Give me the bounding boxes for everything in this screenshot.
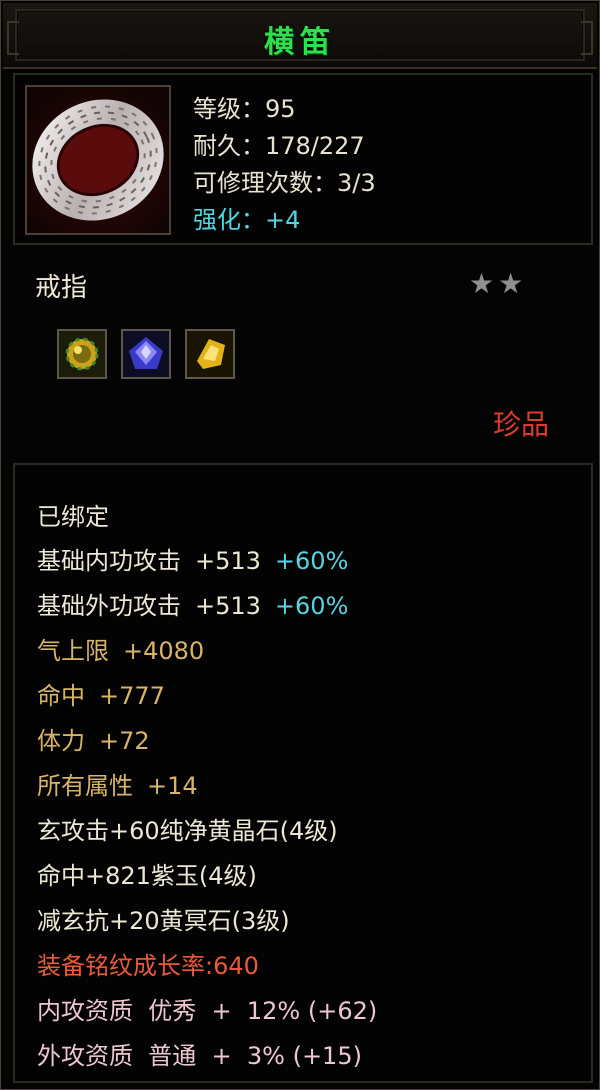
bound-status: 已绑定 xyxy=(37,503,109,531)
purple-gem-icon xyxy=(121,329,171,379)
item-repair-count: 可修理次数：3/3 xyxy=(193,169,376,197)
title-bar: 横笛 xyxy=(3,3,597,69)
item-enhance: 强化：+4 xyxy=(193,206,301,234)
gold-gem-icon xyxy=(57,329,107,379)
item-tooltip: 横笛 等级：95 耐久：178/227 可修理次数：3/3 强化：+4 戒指 ★… xyxy=(0,0,600,1090)
gem-line-2: 命中+821紫玉(4级) xyxy=(37,862,257,890)
attr-all-attributes: 所有属性 +14 xyxy=(37,772,198,800)
inner-attack-quality: 内攻资质 优秀 + 12% (+62) xyxy=(37,997,378,1025)
attr-hit: 命中 +777 xyxy=(37,682,165,710)
outer-attack-quality: 外攻资质 普通 + 3% (+15) xyxy=(37,1042,362,1070)
attr-inner-attack: 基础内功攻击 +513 +60% xyxy=(37,547,349,575)
inscription-growth: 装备铭纹成长率:640 xyxy=(37,952,259,980)
item-type: 戒指 xyxy=(35,273,88,303)
yellow-gem-icon xyxy=(185,329,235,379)
attr-qi-limit: 气上限 +4080 xyxy=(37,637,205,665)
item-header: 等级：95 耐久：178/227 可修理次数：3/3 强化：+4 xyxy=(13,73,593,245)
attr-stamina: 体力 +72 xyxy=(37,727,150,755)
gem-line-3: 减玄抗+20黄冥石(3级) xyxy=(37,907,290,935)
attribute-panel: 已绑定 基础内功攻击 +513 +60% 基础外功攻击 +513 +60% 气上限 +40… xyxy=(13,463,593,1083)
rarity-label: 珍品 xyxy=(493,408,550,441)
item-durability: 耐久：178/227 xyxy=(193,132,365,160)
silver-ring-icon xyxy=(25,85,171,235)
item-name: 横笛 xyxy=(264,25,336,60)
attr-outer-attack: 基础外功攻击 +513 +60% xyxy=(37,592,349,620)
gem-line-1: 玄攻击+60纯净黄晶石(4级) xyxy=(37,817,338,845)
star-rating: ★★ xyxy=(469,267,528,300)
item-level: 等级：95 xyxy=(193,95,296,123)
